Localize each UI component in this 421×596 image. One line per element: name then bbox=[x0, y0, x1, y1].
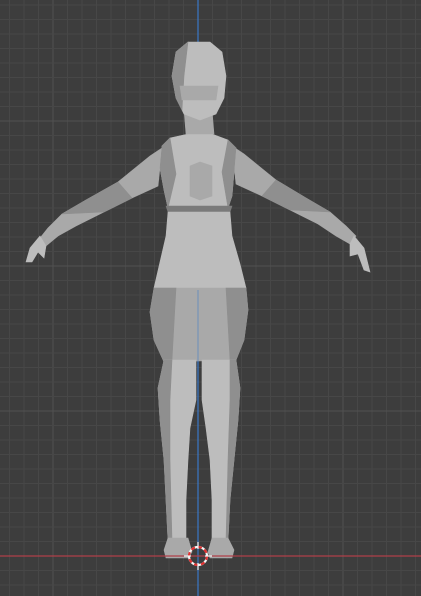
head-face-band bbox=[179, 85, 219, 101]
left-foot bbox=[163, 537, 193, 559]
3d-viewport[interactable] bbox=[0, 0, 421, 596]
shoulder-blades bbox=[189, 161, 213, 201]
viewport-canvas[interactable] bbox=[0, 0, 421, 596]
